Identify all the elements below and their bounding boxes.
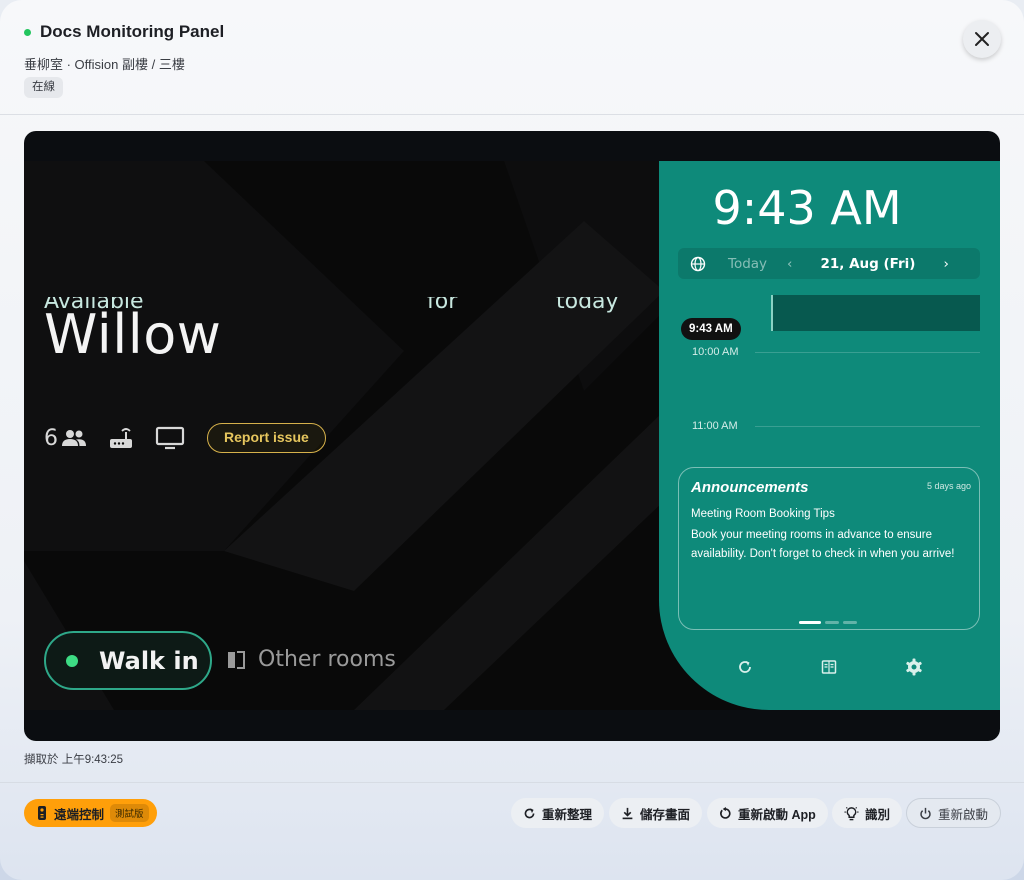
announcements-card[interactable]: Announcements 5 days ago Meeting Room Bo… xyxy=(678,467,980,630)
refresh-label: 重新整理 xyxy=(542,807,593,822)
remote-control-button[interactable]: 遠端控制 測試版 xyxy=(24,799,157,827)
announcement-heading: Meeting Room Booking Tips xyxy=(691,508,835,520)
announcements-title: Announcements xyxy=(691,479,809,496)
identify-button[interactable]: 識別 xyxy=(832,798,903,828)
capture-timestamp: 擷取於 上午9:43:25 xyxy=(24,754,124,766)
walk-in-status-dot xyxy=(66,654,78,667)
today-button[interactable]: Today xyxy=(728,256,767,272)
restart-icon xyxy=(720,806,731,819)
power-icon xyxy=(920,807,931,819)
reboot-label: 重新啟動 xyxy=(938,807,989,822)
close-icon xyxy=(975,32,989,46)
report-issue-button[interactable]: Report issue xyxy=(207,423,326,453)
close-button[interactable] xyxy=(963,20,1001,58)
device-location: 垂柳室 · Offision 副樓 / 三樓 xyxy=(24,57,185,72)
time-slot-label: 11:00 AM xyxy=(692,420,738,432)
device-screenshot: Available for today Willow 6 Report issu… xyxy=(24,131,1000,741)
current-date: 21, Aug (Fri) xyxy=(820,255,916,272)
availability-ghost-text-for: for xyxy=(427,297,458,313)
door-icon xyxy=(228,650,245,669)
restart-app-button[interactable]: 重新啟動 App xyxy=(707,798,828,828)
save-screen-button[interactable]: 儲存畫面 xyxy=(609,798,703,828)
other-rooms-label: Other rooms xyxy=(258,647,396,672)
kiosk-display: Available for today Willow 6 Report issu… xyxy=(24,161,1000,710)
identify-label: 識別 xyxy=(865,807,891,822)
reboot-button[interactable]: 重新啟動 xyxy=(906,798,1002,828)
announcement-body: Book your meeting rooms in advance to en… xyxy=(691,529,955,560)
timeline: 9:43 AM 10:00 AM 11:00 AM xyxy=(659,289,1000,459)
router-icon xyxy=(110,428,132,448)
schedule-panel: 9:43 AM Today ‹ 21, Aug (Fri) › 9:43 AM xyxy=(659,161,1000,710)
time-slot-line xyxy=(755,352,980,353)
page-title: Docs Monitoring Panel xyxy=(40,22,225,41)
monitoring-dialog: Docs Monitoring Panel 垂柳室 · Offision 副樓 … xyxy=(0,0,1024,880)
room-name: Willow xyxy=(44,303,222,366)
book-icon[interactable] xyxy=(821,659,837,675)
event-block[interactable] xyxy=(771,295,980,331)
refresh-icon[interactable] xyxy=(737,659,753,675)
globe-icon[interactable] xyxy=(690,256,706,272)
now-indicator: 9:43 AM xyxy=(681,318,741,340)
clock: 9:43 AM xyxy=(712,181,902,235)
time-slot-line xyxy=(755,426,980,427)
room-amenities: 6 Report issue xyxy=(44,423,326,453)
walk-in-button[interactable]: Walk in xyxy=(44,631,212,690)
time-slot-label: 10:00 AM xyxy=(692,346,739,358)
next-day-button[interactable]: › xyxy=(943,256,948,272)
announcement-age: 5 days ago xyxy=(926,481,971,491)
date-navigator: Today ‹ 21, Aug (Fri) › xyxy=(678,248,980,279)
availability-ghost-text-today: today xyxy=(556,297,619,313)
remote-icon xyxy=(38,806,46,820)
status-badge: 在線 xyxy=(24,77,63,98)
download-icon xyxy=(622,807,633,819)
gear-icon[interactable] xyxy=(905,658,923,676)
dialog-footer: 遠端控制 測試版 重新整理 儲存畫面 重新啟動 App 識別 重新啟動 xyxy=(0,782,1024,880)
capacity: 6 xyxy=(44,426,87,451)
restart-app-label: 重新啟動 App xyxy=(738,807,816,822)
panel-toolbar xyxy=(659,657,1000,677)
remote-control-label: 遠端控制 xyxy=(54,807,105,822)
monitor-icon xyxy=(155,426,185,450)
refresh-icon xyxy=(524,807,535,818)
lightbulb-icon xyxy=(844,806,859,820)
refresh-button[interactable]: 重新整理 xyxy=(511,798,605,828)
prev-day-button[interactable]: ‹ xyxy=(787,256,792,272)
beta-badge: 測試版 xyxy=(110,804,149,822)
carousel-dots[interactable] xyxy=(799,621,857,624)
capacity-value: 6 xyxy=(44,425,58,451)
people-icon xyxy=(62,430,86,446)
title-row: Docs Monitoring Panel xyxy=(24,22,224,42)
other-rooms-button[interactable]: Other rooms xyxy=(226,647,396,672)
dialog-header: Docs Monitoring Panel 垂柳室 · Offision 副樓 … xyxy=(0,0,1024,115)
online-status-dot xyxy=(24,28,31,36)
walk-in-label: Walk in xyxy=(99,646,199,675)
save-screen-label: 儲存畫面 xyxy=(640,807,691,822)
